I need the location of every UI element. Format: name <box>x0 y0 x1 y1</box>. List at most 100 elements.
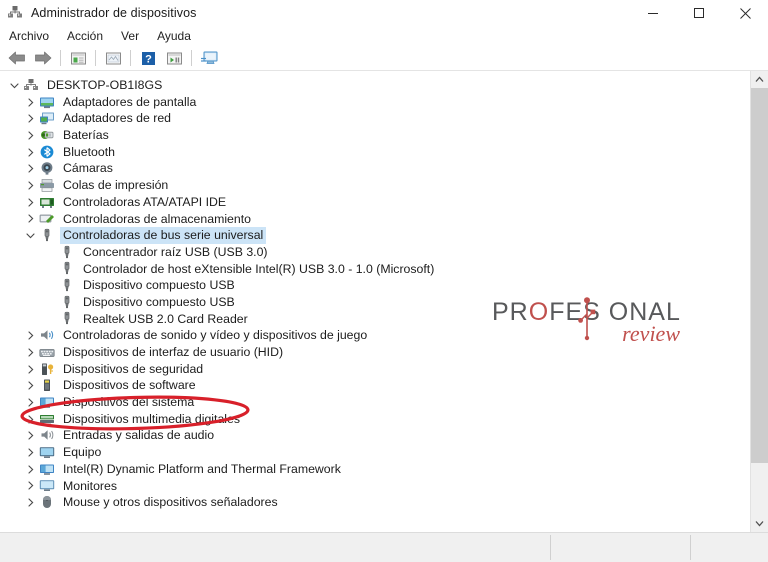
tree-item[interactable]: Mouse y otros dispositivos señaladores <box>0 494 740 511</box>
close-button[interactable] <box>722 0 768 26</box>
chevron-right-icon[interactable] <box>25 347 36 358</box>
chevron-right-icon[interactable] <box>25 430 36 441</box>
toolbar-separator <box>130 50 131 66</box>
tree-item[interactable]: Baterías <box>0 127 740 144</box>
tree-item-label: Adaptadores de red <box>63 111 172 126</box>
chevron-right-icon[interactable] <box>25 147 36 158</box>
back-icon[interactable] <box>4 47 30 69</box>
chevron-right-icon[interactable] <box>25 180 36 191</box>
chevron-right-icon[interactable] <box>25 364 36 375</box>
menu-ayuda[interactable]: Ayuda <box>148 26 200 46</box>
tree-item-label: Intel(R) Dynamic Platform and Thermal Fr… <box>63 461 341 476</box>
hid-icon <box>39 345 55 360</box>
camera-icon <box>39 161 55 176</box>
chevron-right-icon[interactable] <box>25 330 36 341</box>
usb-icon <box>59 278 75 293</box>
scan-hardware-icon[interactable] <box>100 47 126 69</box>
tree-item-label: Mouse y otros dispositivos señaladores <box>63 495 278 510</box>
tree-item[interactable]: Adaptadores de pantalla <box>0 94 740 111</box>
tree-item-label: Controladoras de bus serie universal <box>60 227 267 244</box>
show-hidden-devices-icon[interactable] <box>196 47 222 69</box>
window-controls <box>630 0 768 26</box>
tree-item-label: Dispositivo compuesto USB <box>83 278 235 293</box>
tree-item-label: Controladoras de sonido y vídeo y dispos… <box>63 328 368 343</box>
tree-item-label: Entradas y salidas de audio <box>63 428 215 443</box>
chevron-right-icon[interactable] <box>25 497 36 508</box>
tree-item-label: Equipo <box>63 445 102 460</box>
tree-item[interactable]: Dispositivo compuesto USB <box>0 294 740 311</box>
tree-item-label: Controladoras de almacenamiento <box>63 211 251 226</box>
tree-item-label: Dispositivos del sistema <box>63 395 195 410</box>
tree-item-label: Baterías <box>63 128 109 143</box>
window-title: Administrador de dispositivos <box>31 6 197 20</box>
tree-item[interactable]: Dispositivos de interfaz de usuario (HID… <box>0 344 740 361</box>
chevron-right-icon[interactable] <box>25 397 36 408</box>
tree-item[interactable]: Controladoras de sonido y vídeo y dispos… <box>0 327 740 344</box>
tree-item[interactable]: Concentrador raíz USB (USB 3.0) <box>0 244 740 261</box>
minimize-button[interactable] <box>630 0 676 26</box>
scrollbar-thumb[interactable] <box>751 88 768 463</box>
tree-item[interactable]: Dispositivos del sistema <box>0 394 740 411</box>
network-adapter-icon <box>39 111 55 126</box>
menu-archivo[interactable]: Archivo <box>0 26 58 46</box>
tree-item[interactable]: Realtek USB 2.0 Card Reader <box>0 311 740 328</box>
scroll-down-button[interactable] <box>751 515 768 532</box>
properties-icon[interactable] <box>65 47 91 69</box>
tree-item-root[interactable]: DESKTOP-OB1I8GS <box>0 77 740 94</box>
vertical-scrollbar[interactable] <box>750 71 768 532</box>
toolbar: ? <box>0 46 768 70</box>
forward-icon[interactable] <box>30 47 56 69</box>
svg-text:?: ? <box>145 53 152 65</box>
tree-item[interactable]: Adaptadores de red <box>0 110 740 127</box>
chevron-right-icon[interactable] <box>25 414 36 425</box>
chevron-down-icon[interactable] <box>25 230 36 241</box>
maximize-button[interactable] <box>676 0 722 26</box>
scrollbar-track[interactable] <box>751 88 768 515</box>
chevron-down-icon[interactable] <box>9 80 20 91</box>
sound-icon <box>39 328 55 343</box>
audio-io-icon <box>39 428 55 443</box>
chevron-right-icon[interactable] <box>25 480 36 491</box>
chevron-right-icon[interactable] <box>25 197 36 208</box>
menu-accion[interactable]: Acción <box>58 26 112 46</box>
tree-item[interactable]: Entradas y salidas de audio <box>0 427 740 444</box>
chevron-right-icon[interactable] <box>25 464 36 475</box>
toolbar-separator <box>60 50 61 66</box>
device-tree-pane[interactable]: DESKTOP-OB1I8GS Adaptadores de pantalla Ad… <box>0 71 768 532</box>
scroll-up-button[interactable] <box>751 71 768 88</box>
tree-item[interactable]: Cámaras <box>0 160 740 177</box>
help-icon[interactable]: ? <box>135 47 161 69</box>
chevron-right-icon[interactable] <box>25 213 36 224</box>
update-driver-icon[interactable] <box>161 47 187 69</box>
status-divider-2 <box>690 535 691 560</box>
chevron-right-icon[interactable] <box>25 113 36 124</box>
tree-item[interactable]: Dispositivos de seguridad <box>0 361 740 378</box>
battery-icon <box>39 128 55 143</box>
usb-icon <box>59 261 75 276</box>
chevron-right-icon[interactable] <box>25 380 36 391</box>
chevron-right-icon[interactable] <box>25 163 36 174</box>
device-tree: DESKTOP-OB1I8GS Adaptadores de pantalla Ad… <box>0 77 740 511</box>
tree-item-label: Colas de impresión <box>63 178 169 193</box>
tree-item-label: DESKTOP-OB1I8GS <box>47 78 163 92</box>
chevron-right-icon[interactable] <box>25 97 36 108</box>
chevron-right-icon[interactable] <box>25 130 36 141</box>
tree-item[interactable]: Dispositivos multimedia digitales <box>0 411 740 428</box>
system-device-icon <box>39 395 55 410</box>
tree-item[interactable]: Monitores <box>0 478 740 495</box>
title-bar: Administrador de dispositivos <box>0 0 768 26</box>
chevron-right-icon[interactable] <box>25 447 36 458</box>
software-device-icon <box>39 378 55 393</box>
menu-ver[interactable]: Ver <box>112 26 148 46</box>
tree-item[interactable]: Dispositivo compuesto USB <box>0 277 740 294</box>
tree-item[interactable]: Equipo <box>0 444 740 461</box>
tree-item[interactable]: Colas de impresión <box>0 177 740 194</box>
tree-item[interactable]: Dispositivos de software <box>0 377 740 394</box>
tree-item[interactable]: Bluetooth <box>0 144 740 161</box>
tree-item[interactable]: Controladoras de bus serie universal <box>0 227 740 244</box>
tree-item[interactable]: Controladoras ATA/ATAPI IDE <box>0 194 740 211</box>
tree-item[interactable]: Controlador de host eXtensible Intel(R) … <box>0 261 740 278</box>
tree-item[interactable]: Controladoras de almacenamiento <box>0 211 740 228</box>
usb-icon <box>59 311 75 326</box>
tree-item[interactable]: Intel(R) Dynamic Platform and Thermal Fr… <box>0 461 740 478</box>
